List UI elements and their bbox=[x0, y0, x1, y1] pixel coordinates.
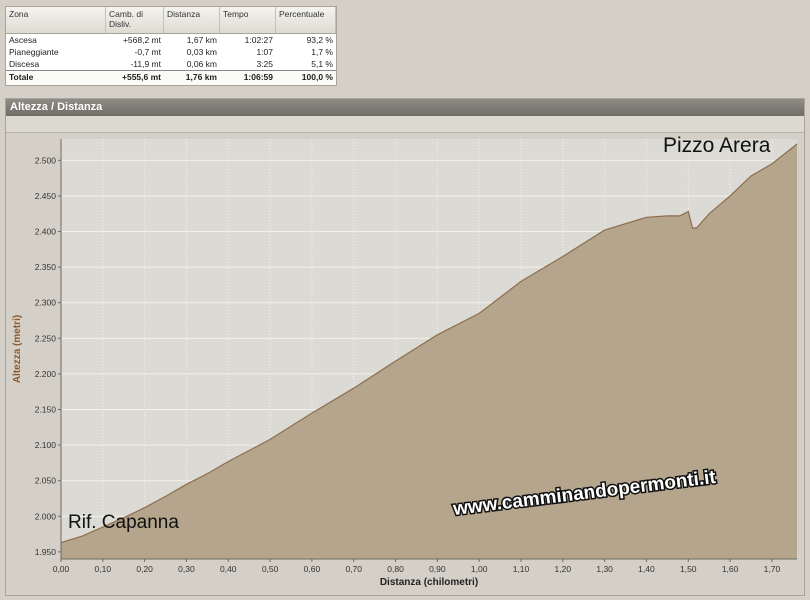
x-tick-label: 0,50 bbox=[262, 564, 279, 574]
x-tick-label: 1,00 bbox=[471, 564, 488, 574]
x-tick-label: 0,30 bbox=[178, 564, 195, 574]
stats-table: Zona Camb. di Disliv. Distanza Tempo Per… bbox=[5, 6, 337, 86]
cell-distanza: 0,03 km bbox=[186, 47, 217, 57]
y-tick-label: 2.000 bbox=[35, 511, 57, 521]
y-tick-label: 2.100 bbox=[35, 440, 57, 450]
table-total-row[interactable]: Totale +555,6 mt 1,76 km 1:06:59 100,0 % bbox=[6, 70, 336, 85]
col-header-zona[interactable]: Zona bbox=[6, 7, 106, 33]
x-tick-label: 0,00 bbox=[53, 564, 70, 574]
cell-dislivello: +568,2 mt bbox=[122, 35, 161, 45]
x-tick-label: 0,80 bbox=[387, 564, 404, 574]
cell-zona: Pianeggiante bbox=[9, 47, 59, 57]
y-tick-label: 1.950 bbox=[35, 547, 57, 557]
x-tick-label: 0,90 bbox=[429, 564, 446, 574]
x-tick-label: 0,20 bbox=[136, 564, 153, 574]
col-header-percentuale[interactable]: Percentuale bbox=[276, 7, 336, 33]
table-row[interactable]: Discesa -11,9 mt 0,06 km 3:25 5,1 % bbox=[6, 58, 336, 70]
cell-dislivello: +555,6 mt bbox=[122, 72, 161, 82]
y-tick-label: 2.200 bbox=[35, 369, 57, 379]
y-tick-label: 2.250 bbox=[35, 333, 57, 343]
x-tick-label: 1,70 bbox=[764, 564, 781, 574]
x-tick-label: 0,70 bbox=[345, 564, 362, 574]
y-tick-label: 2.300 bbox=[35, 298, 57, 308]
x-tick-label: 1,20 bbox=[555, 564, 572, 574]
x-tick-label: 0,40 bbox=[220, 564, 237, 574]
cell-distanza: 1,76 km bbox=[185, 72, 217, 82]
cell-zona: Discesa bbox=[9, 59, 40, 69]
y-ticks: 1.950 2.000 2.050 2.100 2.150 2.200 2.250 2.300… bbox=[35, 155, 61, 557]
x-tick-label: 1,50 bbox=[680, 564, 697, 574]
x-tick-label: 1,60 bbox=[722, 564, 739, 574]
col-header-dislivello[interactable]: Camb. di Disliv. bbox=[106, 7, 164, 33]
cell-tempo: 1:07 bbox=[256, 47, 273, 57]
x-tick-label: 0,10 bbox=[95, 564, 112, 574]
panel-toolbar bbox=[6, 116, 804, 133]
x-axis-label: Distanza (chilometri) bbox=[380, 577, 478, 588]
cell-percentuale: 93,2 % bbox=[306, 35, 333, 45]
cell-zona: Totale bbox=[9, 72, 34, 82]
cell-distanza: 1,67 km bbox=[186, 35, 217, 45]
elevation-chart[interactable]: 1.950 2.000 2.050 2.100 2.150 2.200 2.250 2.300… bbox=[6, 132, 804, 595]
x-ticks: 0,00 0,10 0,20 0,30 0,40 0,50 0,60 0,70 0,80 0,90… bbox=[53, 559, 781, 574]
cell-dislivello: -11,9 mt bbox=[130, 59, 161, 69]
cell-percentuale: 100,0 % bbox=[301, 72, 333, 82]
y-tick-label: 2.350 bbox=[35, 262, 57, 272]
cell-distanza: 0,06 km bbox=[186, 59, 217, 69]
panel-title: Altezza / Distanza bbox=[6, 99, 804, 116]
x-tick-label: 1,30 bbox=[596, 564, 613, 574]
y-tick-label: 2.500 bbox=[35, 155, 57, 165]
cell-zona: Ascesa bbox=[9, 35, 37, 45]
col-header-tempo[interactable]: Tempo bbox=[220, 7, 276, 33]
cell-dislivello: -0,7 mt bbox=[134, 47, 161, 57]
annotation-rif-capanna: Rif. Capanna bbox=[68, 512, 179, 533]
cell-tempo: 1:02:27 bbox=[244, 35, 273, 45]
cell-percentuale: 5,1 % bbox=[311, 59, 333, 69]
chart-panel: Altezza / Distanza 1.950 2.000 2.050 2.100 2… bbox=[5, 98, 805, 596]
y-tick-label: 2.400 bbox=[35, 227, 57, 237]
y-tick-label: 2.050 bbox=[35, 476, 57, 486]
stats-header: Zona Camb. di Disliv. Distanza Tempo Per… bbox=[6, 7, 336, 34]
table-row[interactable]: Ascesa +568,2 mt 1,67 km 1:02:27 93,2 % bbox=[6, 34, 336, 46]
col-header-distanza[interactable]: Distanza bbox=[164, 7, 220, 33]
app-window: Zona Camb. di Disliv. Distanza Tempo Per… bbox=[0, 0, 810, 600]
y-tick-label: 2.150 bbox=[35, 405, 57, 415]
annotation-pizzo-arera: Pizzo Arera bbox=[663, 134, 771, 157]
table-row[interactable]: Pianeggiante -0,7 mt 0,03 km 1:07 1,7 % bbox=[6, 46, 336, 58]
cell-tempo: 3:25 bbox=[256, 59, 273, 69]
x-tick-label: 0,60 bbox=[304, 564, 321, 574]
cell-tempo: 1:06:59 bbox=[243, 72, 273, 82]
x-tick-label: 1,10 bbox=[513, 564, 530, 574]
y-tick-label: 2.450 bbox=[35, 191, 57, 201]
y-axis-label: Altezza (metri) bbox=[12, 315, 23, 383]
cell-percentuale: 1,7 % bbox=[311, 47, 333, 57]
x-tick-label: 1,40 bbox=[638, 564, 655, 574]
